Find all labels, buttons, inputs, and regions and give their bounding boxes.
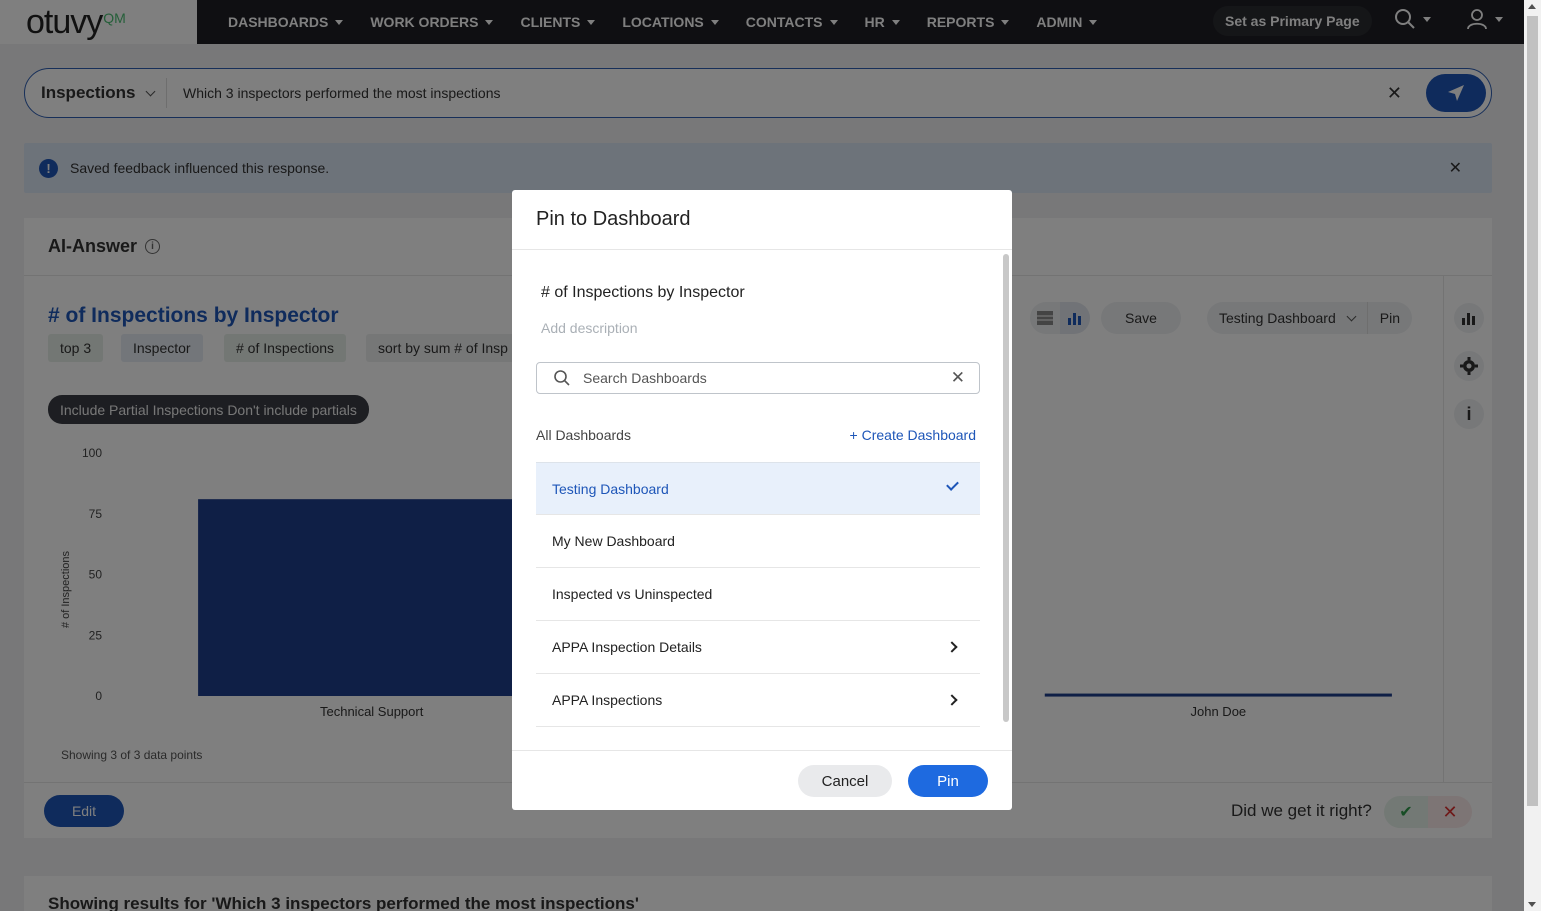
- description-field[interactable]: Add description: [541, 320, 638, 336]
- clear-search-icon[interactable]: ✕: [951, 368, 965, 388]
- modal-title: Pin to Dashboard: [512, 190, 1012, 250]
- dashboard-item-label: Testing Dashboard: [552, 480, 669, 497]
- chevron-right-icon[interactable]: [946, 694, 958, 706]
- modal-scrollbar[interactable]: [1003, 254, 1009, 722]
- dashboard-search-placeholder: Search Dashboards: [583, 370, 707, 386]
- modal-body: # of Inspections by Inspector Add descri…: [512, 250, 1012, 750]
- create-dashboard-link[interactable]: + Create Dashboard: [850, 427, 976, 443]
- dashboard-item-label: APPA Inspections: [552, 692, 663, 708]
- dashboard-item-label: Inspected vs Uninspected: [552, 586, 713, 602]
- dashboard-item[interactable]: APPA Inspections: [536, 674, 980, 727]
- search-icon: [554, 370, 570, 386]
- dashboard-item-label: APPA Inspection Details: [552, 639, 702, 655]
- dashboard-search-input[interactable]: Search Dashboards ✕: [536, 362, 980, 394]
- modal-footer: Cancel Pin: [512, 750, 1012, 810]
- scroll-down-icon[interactable]: [1528, 902, 1536, 907]
- all-dashboards-label: All Dashboards: [536, 427, 631, 443]
- chevron-right-icon[interactable]: [946, 641, 958, 653]
- dashboard-item[interactable]: APPA Inspection Details: [536, 621, 980, 674]
- pin-to-dashboard-modal: Pin to Dashboard # of Inspections by Ins…: [512, 190, 1012, 810]
- dashboard-item[interactable]: My New Dashboard: [536, 515, 980, 568]
- check-icon: [946, 478, 959, 491]
- pin-confirm-button[interactable]: Pin: [908, 765, 988, 797]
- page-scrollbar[interactable]: [1524, 0, 1541, 911]
- dashboard-list: Testing Dashboard My New Dashboard Inspe…: [536, 462, 980, 727]
- cancel-button[interactable]: Cancel: [798, 765, 892, 797]
- scroll-thumb[interactable]: [1527, 16, 1538, 806]
- dashboard-item[interactable]: Testing Dashboard: [536, 462, 980, 515]
- dashboard-item-label: My New Dashboard: [552, 533, 675, 549]
- scroll-up-icon[interactable]: [1528, 4, 1536, 9]
- dashboard-item[interactable]: Inspected vs Uninspected: [536, 568, 980, 621]
- visualization-name[interactable]: # of Inspections by Inspector: [541, 284, 745, 302]
